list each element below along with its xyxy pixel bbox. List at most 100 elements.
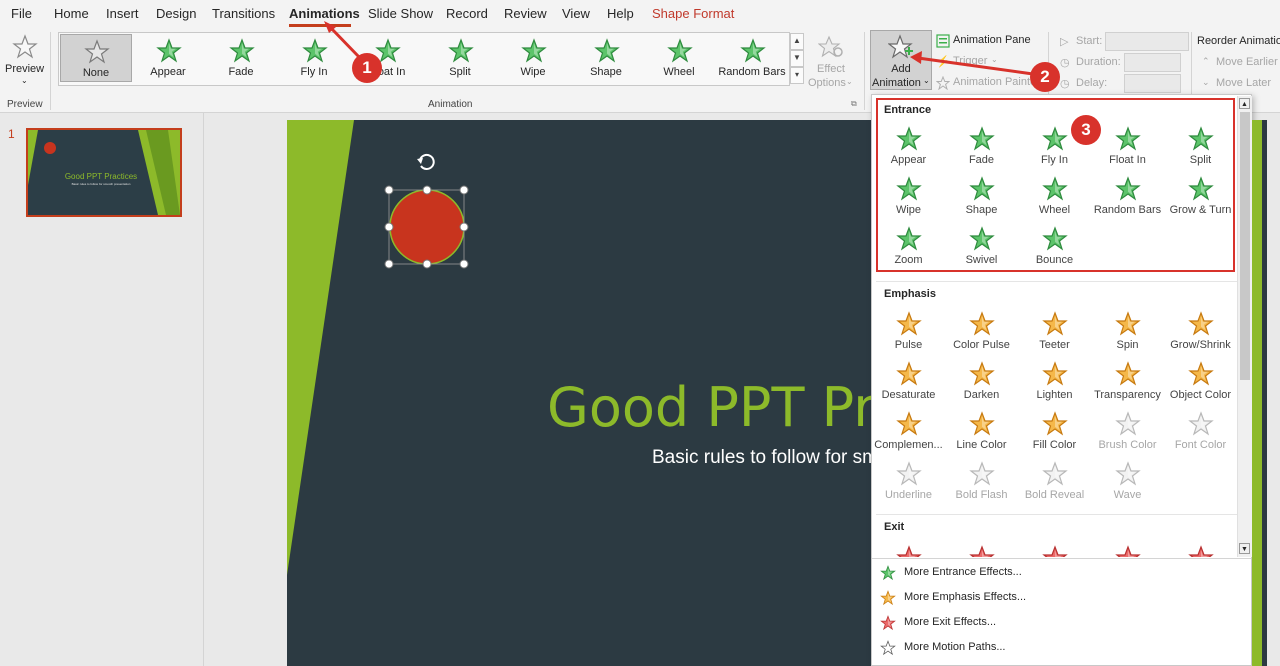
tab-help[interactable]: Help <box>607 6 634 21</box>
entrance-effect-split[interactable]: Split <box>1164 126 1237 174</box>
entrance-effect-appear[interactable]: Appear <box>872 126 945 174</box>
animation-pane-icon <box>936 34 950 48</box>
gallery-item-shape[interactable]: Shape <box>571 34 641 82</box>
duration-stepper[interactable] <box>1124 53 1181 72</box>
gallery-scroll-up-button[interactable]: ▲ <box>790 33 804 50</box>
entrance-effect-float-in[interactable]: Float In <box>1091 126 1164 174</box>
entrance-effect-swivel[interactable]: Swivel <box>945 226 1018 274</box>
more-effects-label: More Emphasis Effects... <box>904 591 1027 603</box>
emphasis-effect-line-color[interactable]: Line Color <box>945 411 1018 459</box>
emphasis-effect-color-pulse[interactable]: Color Pulse <box>945 311 1018 359</box>
emphasis-effect-spin[interactable]: Spin <box>1091 311 1164 359</box>
tab-review[interactable]: Review <box>504 6 547 21</box>
emphasis-effect-darken[interactable]: Darken <box>945 361 1018 409</box>
more-star-icon <box>880 615 896 631</box>
callout-2: 2 <box>1030 62 1060 92</box>
callout-3: 3 <box>1071 115 1101 145</box>
gallery-item-label: None <box>82 67 110 79</box>
emphasis-effect-brush-color: Brush Color <box>1091 411 1164 459</box>
green-star-icon <box>521 38 547 63</box>
tab-file[interactable]: File <box>11 6 32 21</box>
move-earlier-button[interactable]: ⌃ Move Earlier <box>1202 56 1280 70</box>
gallery-item-label: Split <box>449 66 471 78</box>
emphasis-effect-complemen[interactable]: Complemen... <box>872 411 945 459</box>
tab-record[interactable]: Record <box>446 6 488 21</box>
emphasis-effect-teeter[interactable]: Teeter <box>1018 311 1091 359</box>
gallery-item-wheel[interactable]: Wheel <box>644 34 714 82</box>
emphasis-effect-object-color[interactable]: Object Color <box>1164 361 1237 409</box>
gallery-scroll-down-button[interactable]: ▼ <box>790 50 804 67</box>
tab-home[interactable]: Home <box>54 6 89 21</box>
exit-star-icon[interactable] <box>969 545 995 557</box>
scroll-down-arrow-icon[interactable]: ▼ <box>1239 543 1250 554</box>
tab-design[interactable]: Design <box>156 6 196 21</box>
more-effects-item-4[interactable]: More Motion Paths... <box>880 640 1080 657</box>
slide-thumbnail[interactable]: Good PPT Practices Basic rules to follow… <box>26 128 182 217</box>
gallery-item-appear[interactable]: Appear <box>133 34 203 82</box>
entrance-effect-grow-turn[interactable]: Grow & Turn <box>1164 176 1237 224</box>
effect-label: Brush Color <box>1098 439 1157 451</box>
exit-star-icon[interactable] <box>1115 545 1141 557</box>
entrance-effect-wipe[interactable]: Wipe <box>872 176 945 224</box>
emphasis-effect-transparency[interactable]: Transparency <box>1091 361 1164 409</box>
more-effects-item-1[interactable]: More Entrance Effects... <box>880 565 1080 582</box>
effect-label: Desaturate <box>881 389 936 401</box>
dialog-launcher-icon[interactable]: ⧉ <box>851 99 857 109</box>
emphasis-effect-fill-color[interactable]: Fill Color <box>1018 411 1091 459</box>
more-star-icon <box>880 565 896 581</box>
gallery-item-split[interactable]: Split <box>425 34 495 82</box>
gallery-item-wipe[interactable]: Wipe <box>498 34 568 82</box>
entrance-effect-wheel[interactable]: Wheel <box>1018 176 1091 224</box>
gallery-more-button[interactable]: ▾ <box>790 67 804 84</box>
gallery-item-random-bars[interactable]: Random Bars <box>717 34 787 82</box>
more-effects-item-3[interactable]: More Exit Effects... <box>880 615 1080 632</box>
emphasis-star-icon <box>1115 361 1141 386</box>
entrance-effect-random-bars[interactable]: Random Bars <box>1091 176 1164 224</box>
emphasis-effect-lighten[interactable]: Lighten <box>1018 361 1091 409</box>
gallery-item-none[interactable]: None <box>60 34 132 82</box>
gallery-item-label: Wipe <box>520 66 546 78</box>
emphasis-star-icon <box>969 311 995 336</box>
move-later-button[interactable]: ⌄ Move Later <box>1202 77 1280 91</box>
effect-options-button[interactable]: Effect Options ⌄ <box>806 32 856 90</box>
selected-circle-shape[interactable] <box>380 146 476 274</box>
effect-label: Object Color <box>1169 389 1232 401</box>
delay-stepper[interactable] <box>1124 74 1181 93</box>
more-effects-item-2[interactable]: More Emphasis Effects... <box>880 590 1080 607</box>
gallery-item-fade[interactable]: Fade <box>206 34 276 82</box>
tab-view[interactable]: View <box>562 6 590 21</box>
entrance-effect-shape[interactable]: Shape <box>945 176 1018 224</box>
tab-slide-show[interactable]: Slide Show <box>368 6 433 21</box>
scrollbar-thumb[interactable] <box>1240 112 1250 380</box>
start-dropdown[interactable] <box>1105 32 1189 51</box>
tab-shape-format[interactable]: Shape Format <box>652 6 734 21</box>
emphasis-effect-grow-shrink[interactable]: Grow/Shrink <box>1164 311 1237 359</box>
emphasis-star-icon <box>1042 361 1068 386</box>
entrance-effect-zoom[interactable]: Zoom <box>872 226 945 274</box>
exit-star-icon[interactable] <box>896 545 922 557</box>
effect-label: Bounce <box>1035 254 1074 266</box>
animation-pane-button[interactable]: Animation Pane <box>936 34 1046 48</box>
emphasis-effect-pulse[interactable]: Pulse <box>872 311 945 359</box>
emphasis-effect-desaturate[interactable]: Desaturate <box>872 361 945 409</box>
emphasis-star-icon <box>896 361 922 386</box>
exit-star-icon[interactable] <box>1042 545 1068 557</box>
trigger-button[interactable]: ⚡ Trigger ⌄ <box>936 55 1016 69</box>
add-animation-icon <box>888 34 913 59</box>
emphasis-star-icon <box>969 361 995 386</box>
gallery-item-fly-in[interactable]: Fly In <box>279 34 349 82</box>
add-animation-button[interactable]: Add Animation ⌄ <box>870 30 932 90</box>
effect-label: Random Bars <box>1093 204 1162 216</box>
scroll-up-arrow-icon[interactable]: ▲ <box>1239 98 1250 109</box>
dropdown-scrollbar[interactable]: ▲ ▼ <box>1237 96 1252 557</box>
exit-star-icon[interactable] <box>1188 545 1214 557</box>
animation-pane-label: Animation Pane <box>953 34 1031 46</box>
tab-transitions[interactable]: Transitions <box>212 6 275 21</box>
entrance-effect-fade[interactable]: Fade <box>945 126 1018 174</box>
tab-animations[interactable]: Animations <box>289 6 360 21</box>
tab-insert[interactable]: Insert <box>106 6 139 21</box>
effect-label: Split <box>1189 154 1212 166</box>
entrance-effect-bounce[interactable]: Bounce <box>1018 226 1091 274</box>
preview-button[interactable]: Preview ⌄ <box>4 32 44 90</box>
effect-options-icon <box>818 35 843 58</box>
